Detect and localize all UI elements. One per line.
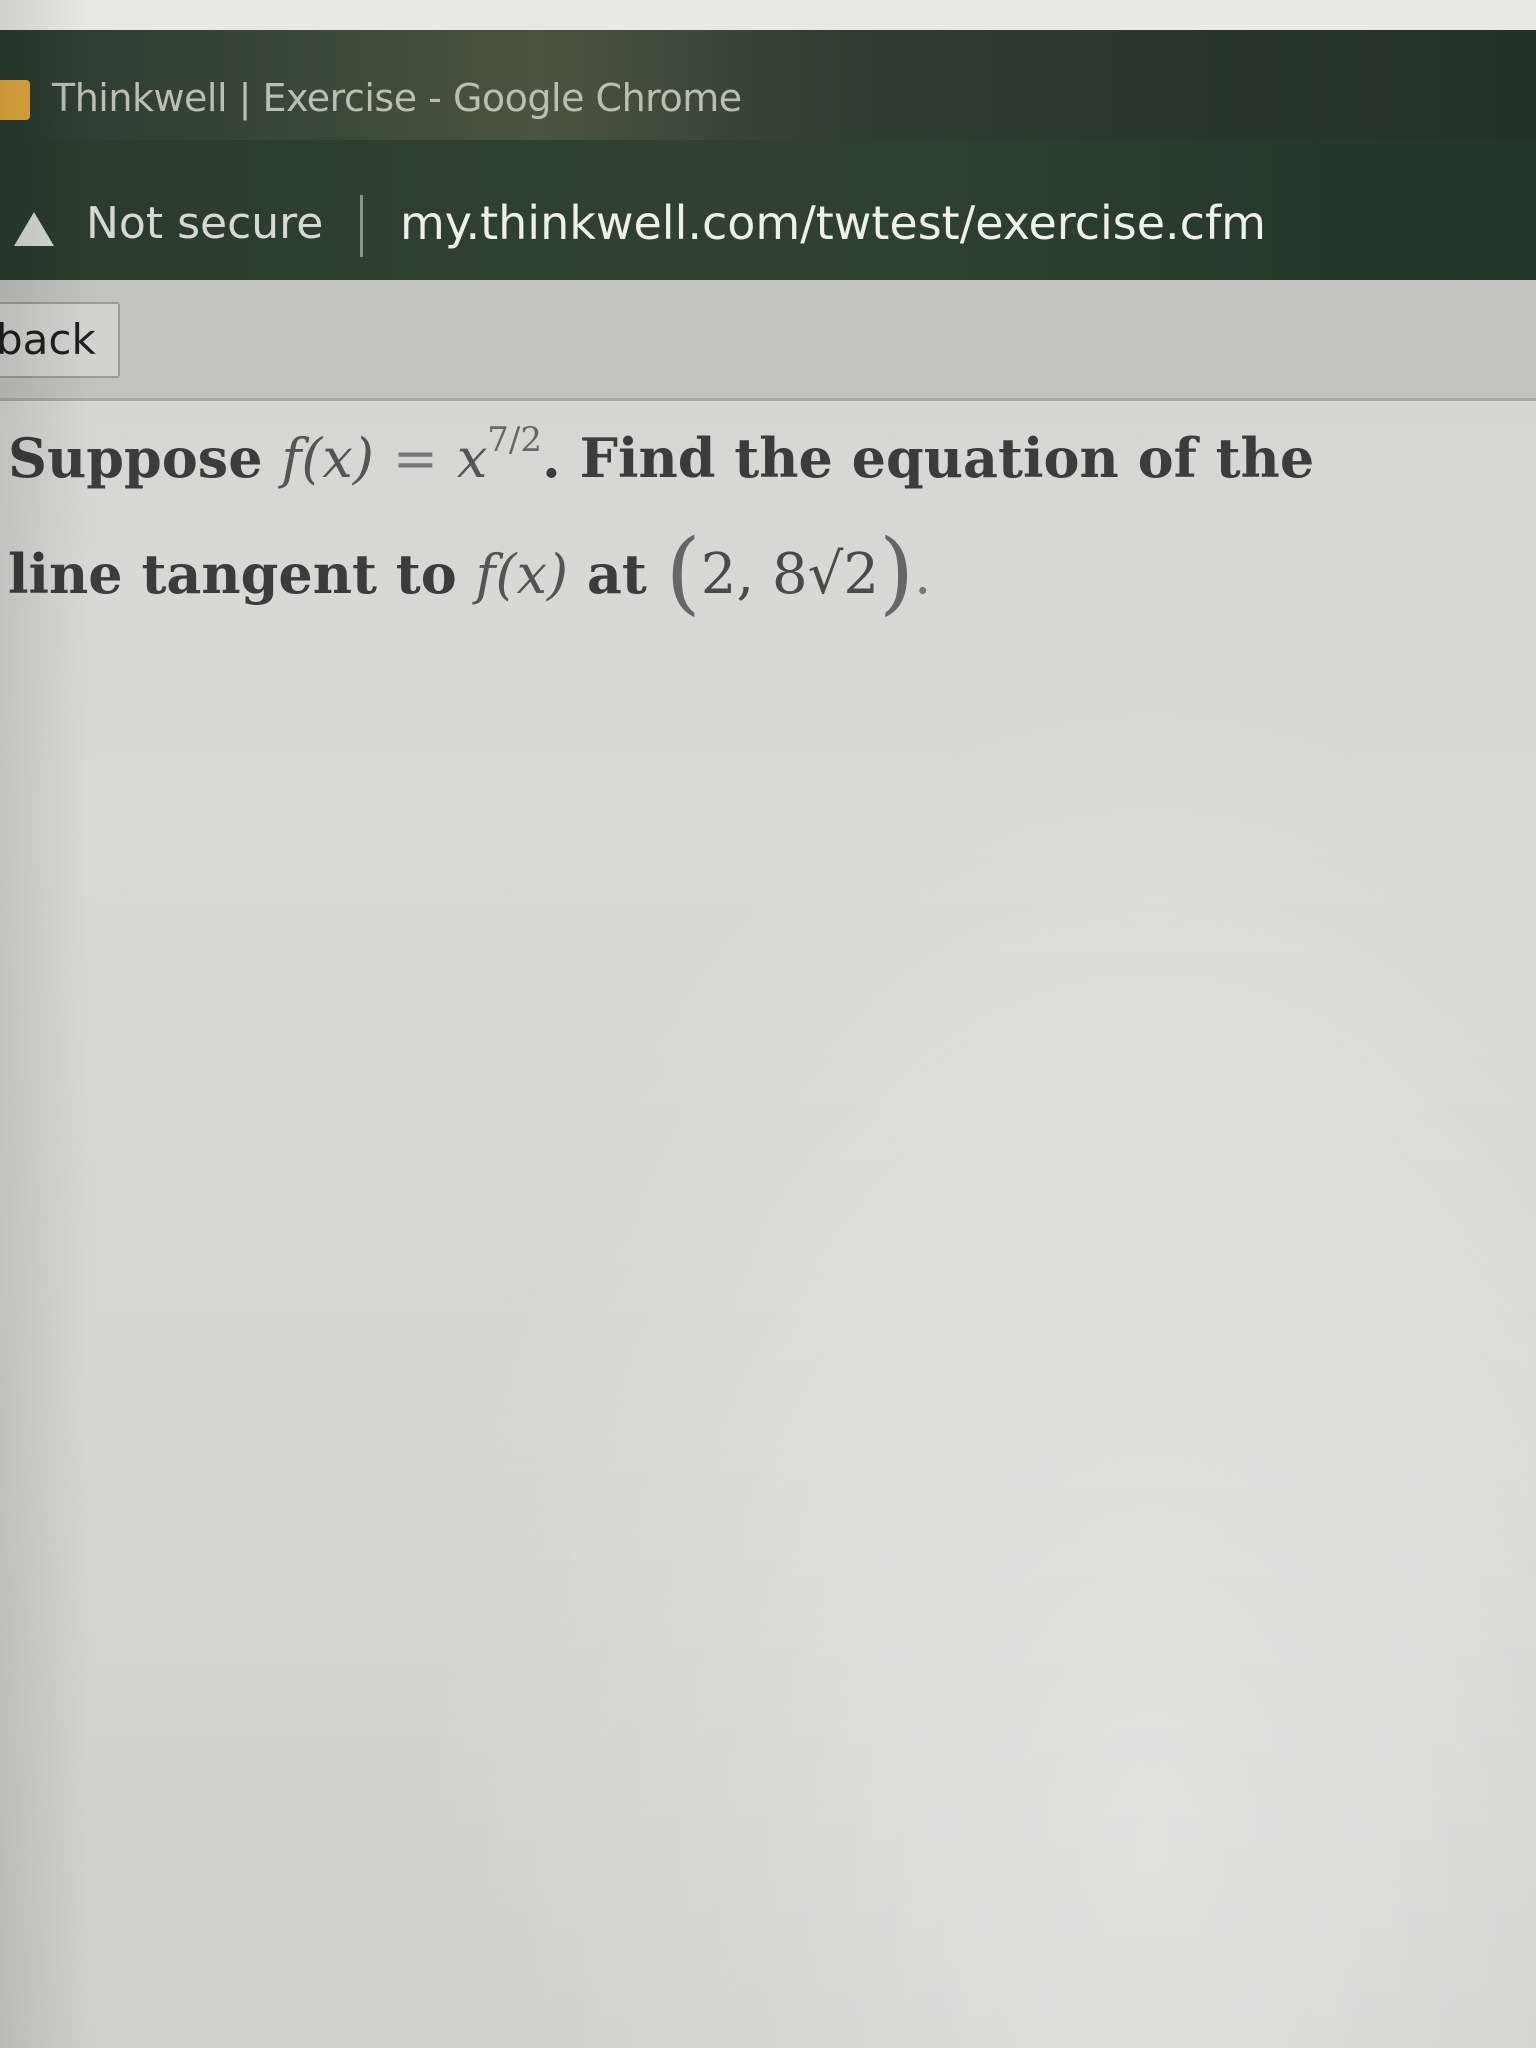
security-label[interactable]: Not secure [86,198,323,249]
tangent-point: 2, 8√2 [700,542,879,607]
warning-triangle-icon[interactable] [14,212,54,246]
base-variable: x [456,427,488,490]
thinkwell-favicon-icon [0,80,30,120]
question-text: Suppose f(x) = x7/2. Find the equation o… [8,420,1508,625]
question-rest: Find the equation of the [579,426,1315,490]
exponent: 7/2 [487,420,543,460]
lead-text: line tangent to [8,542,457,606]
window-title: Thinkwell | Exercise - Google Chrome [52,76,742,120]
word-suppose: Suppose [8,426,263,490]
end-period: . [914,543,932,606]
open-paren: ( [665,520,701,625]
screen: Thinkwell | Exercise - Google Chrome Not… [0,0,1536,2048]
period: . [542,426,561,490]
url-text[interactable]: my.thinkwell.com/twtest/exercise.cfm [400,196,1266,250]
question-line-2: line tangent to f(x) at (2, 8√2). [8,520,1508,625]
address-divider [360,195,363,257]
question-line-1: Suppose f(x) = x7/2. Find the equation o… [8,420,1508,520]
function-notation: f(x) [281,427,374,490]
equals-sign: = [392,427,439,490]
top-bezel [0,0,1536,30]
back-button[interactable]: back [0,302,120,378]
word-at: at [586,542,647,606]
function-notation-2: f(x) [475,543,569,606]
close-paren: ) [878,520,915,625]
page-toolbar [0,280,1536,401]
